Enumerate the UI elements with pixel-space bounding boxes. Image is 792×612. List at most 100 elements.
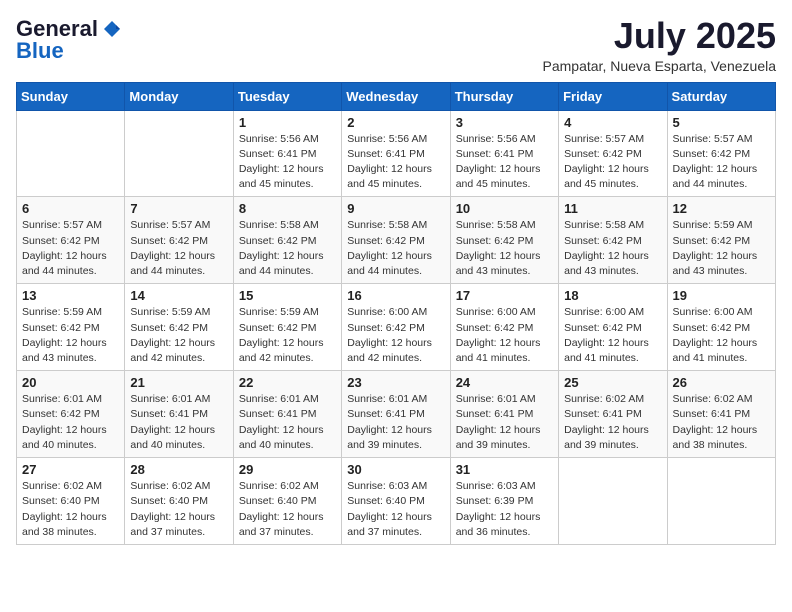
calendar-cell: 29 Sunrise: 6:02 AM Sunset: 6:40 PM Dayli… bbox=[233, 458, 341, 545]
calendar-cell: 13Sunrise: 5:59 AM Sunset: 6:42 PM Dayli… bbox=[17, 284, 125, 371]
day-number: 5 bbox=[673, 115, 770, 130]
day-detail: Sunrise: 5:59 AM Sunset: 6:42 PM Dayligh… bbox=[673, 218, 770, 279]
day-number: 20 bbox=[22, 375, 119, 390]
calendar-cell: 18 Sunrise: 6:00 AM Sunset: 6:42 PM Dayli… bbox=[559, 284, 667, 371]
day-number: 31 bbox=[456, 462, 553, 477]
day-detail: Sunrise: 5:57 AM Sunset: 6:42 PM Dayligh… bbox=[673, 132, 770, 193]
day-detail: Sunrise: 5:59 AM Sunset: 6:42 PM Dayligh… bbox=[130, 305, 227, 366]
calendar-cell: 3 Sunrise: 5:56 AM Sunset: 6:41 PM Daylig… bbox=[450, 110, 558, 197]
calendar-cell bbox=[667, 458, 775, 545]
day-header-tuesday: Tuesday bbox=[233, 82, 341, 110]
calendar-cell: 17 Sunrise: 6:00 AM Sunset: 6:42 PM Dayli… bbox=[450, 284, 558, 371]
calendar-cell: 27 Sunrise: 6:02 AM Sunset: 6:40 PM Dayli… bbox=[17, 458, 125, 545]
day-detail: Sunrise: 6:03 AM Sunset: 6:40 PM Dayligh… bbox=[347, 479, 444, 540]
day-number: 30 bbox=[347, 462, 444, 477]
day-detail: Sunrise: 6:00 AM Sunset: 6:42 PM Dayligh… bbox=[673, 305, 770, 366]
day-number: 18 bbox=[564, 288, 661, 303]
calendar-cell: 16 Sunrise: 6:00 AM Sunset: 6:42 PM Dayli… bbox=[342, 284, 450, 371]
day-number: 17 bbox=[456, 288, 553, 303]
day-header-monday: Monday bbox=[125, 82, 233, 110]
calendar-week-3: 13 Sunrise: 5:59 AM Sunset: 6:42 PM Dayli… bbox=[17, 284, 776, 371]
day-detail: Sunrise: 6:02 AM Sunset: 6:40 PM Dayligh… bbox=[22, 479, 119, 540]
calendar-cell: 25 Sunrise: 6:02 AM Sunset: 6:41 PM Dayli… bbox=[559, 371, 667, 458]
calendar-cell: 5 Sunrise: 5:57 AM Sunset: 6:42 PM Daylig… bbox=[667, 110, 775, 197]
day-detail: Sunrise: 5:58 AM Sunset: 6:42 PM Dayligh… bbox=[239, 218, 336, 279]
day-detail: Sunrise: 6:02 AM Sunset: 6:40 PM Dayligh… bbox=[239, 479, 336, 540]
day-number: 25 bbox=[564, 375, 661, 390]
day-header-friday: Friday bbox=[559, 82, 667, 110]
day-detail: Sunrise: 6:00 AM Sunset: 6:42 PM Dayligh… bbox=[564, 305, 661, 366]
calendar-cell: 30 Sunrise: 6:03 AM Sunset: 6:40 PM Dayli… bbox=[342, 458, 450, 545]
day-number: 12 bbox=[673, 201, 770, 216]
day-number: 1 bbox=[239, 115, 336, 130]
calendar-cell: 20Sunrise: 6:01 AM Sunset: 6:42 PM Dayli… bbox=[17, 371, 125, 458]
day-detail: Sunrise: 6:00 AM Sunset: 6:42 PM Dayligh… bbox=[456, 305, 553, 366]
day-detail: Sunrise: 6:01 AM Sunset: 6:41 PM Dayligh… bbox=[347, 392, 444, 453]
day-number: 16 bbox=[347, 288, 444, 303]
day-number: 11 bbox=[564, 201, 661, 216]
calendar-cell bbox=[559, 458, 667, 545]
day-number: 26 bbox=[673, 375, 770, 390]
calendar-cell: 7Sunrise: 5:57 AM Sunset: 6:42 PM Daylig… bbox=[125, 197, 233, 284]
calendar-cell: 19Sunrise: 6:00 AM Sunset: 6:42 PM Dayli… bbox=[667, 284, 775, 371]
calendar-cell bbox=[125, 110, 233, 197]
calendar-cell: 31 Sunrise: 6:03 AM Sunset: 6:39 PM Dayli… bbox=[450, 458, 558, 545]
calendar-cell: 14Sunrise: 5:59 AM Sunset: 6:42 PM Dayli… bbox=[125, 284, 233, 371]
day-number: 6 bbox=[22, 201, 119, 216]
page-header: General Blue July 2025 Pampatar, Nueva E… bbox=[16, 16, 776, 74]
day-number: 9 bbox=[347, 201, 444, 216]
day-number: 2 bbox=[347, 115, 444, 130]
day-header-wednesday: Wednesday bbox=[342, 82, 450, 110]
day-detail: Sunrise: 5:56 AM Sunset: 6:41 PM Dayligh… bbox=[347, 132, 444, 193]
calendar-week-1: 1 Sunrise: 5:56 AM Sunset: 6:41 PM Daylig… bbox=[17, 110, 776, 197]
day-number: 4 bbox=[564, 115, 661, 130]
day-number: 7 bbox=[130, 201, 227, 216]
calendar-week-2: 6Sunrise: 5:57 AM Sunset: 6:42 PM Daylig… bbox=[17, 197, 776, 284]
day-number: 28 bbox=[130, 462, 227, 477]
title-block: July 2025 Pampatar, Nueva Esparta, Venez… bbox=[543, 16, 776, 74]
day-detail: Sunrise: 6:01 AM Sunset: 6:41 PM Dayligh… bbox=[456, 392, 553, 453]
calendar-cell: 28 Sunrise: 6:02 AM Sunset: 6:40 PM Dayli… bbox=[125, 458, 233, 545]
day-detail: Sunrise: 5:56 AM Sunset: 6:41 PM Dayligh… bbox=[456, 132, 553, 193]
logo-blue: Blue bbox=[16, 38, 64, 64]
day-number: 13 bbox=[22, 288, 119, 303]
day-detail: Sunrise: 6:01 AM Sunset: 6:41 PM Dayligh… bbox=[130, 392, 227, 453]
day-detail: Sunrise: 5:58 AM Sunset: 6:42 PM Dayligh… bbox=[456, 218, 553, 279]
calendar-header-row: SundayMondayTuesdayWednesdayThursdayFrid… bbox=[17, 82, 776, 110]
day-header-saturday: Saturday bbox=[667, 82, 775, 110]
day-detail: Sunrise: 6:01 AM Sunset: 6:41 PM Dayligh… bbox=[239, 392, 336, 453]
day-number: 21 bbox=[130, 375, 227, 390]
day-detail: Sunrise: 6:00 AM Sunset: 6:42 PM Dayligh… bbox=[347, 305, 444, 366]
day-detail: Sunrise: 6:03 AM Sunset: 6:39 PM Dayligh… bbox=[456, 479, 553, 540]
day-detail: Sunrise: 6:02 AM Sunset: 6:41 PM Dayligh… bbox=[673, 392, 770, 453]
day-detail: Sunrise: 5:58 AM Sunset: 6:42 PM Dayligh… bbox=[347, 218, 444, 279]
calendar-week-5: 27 Sunrise: 6:02 AM Sunset: 6:40 PM Dayli… bbox=[17, 458, 776, 545]
day-number: 22 bbox=[239, 375, 336, 390]
calendar-cell bbox=[17, 110, 125, 197]
day-header-sunday: Sunday bbox=[17, 82, 125, 110]
calendar-cell: 6Sunrise: 5:57 AM Sunset: 6:42 PM Daylig… bbox=[17, 197, 125, 284]
location: Pampatar, Nueva Esparta, Venezuela bbox=[543, 58, 776, 74]
day-detail: Sunrise: 6:02 AM Sunset: 6:41 PM Dayligh… bbox=[564, 392, 661, 453]
day-number: 23 bbox=[347, 375, 444, 390]
calendar-cell: 8Sunrise: 5:58 AM Sunset: 6:42 PM Daylig… bbox=[233, 197, 341, 284]
day-detail: Sunrise: 6:02 AM Sunset: 6:40 PM Dayligh… bbox=[130, 479, 227, 540]
day-detail: Sunrise: 5:56 AM Sunset: 6:41 PM Dayligh… bbox=[239, 132, 336, 193]
calendar-week-4: 20Sunrise: 6:01 AM Sunset: 6:42 PM Dayli… bbox=[17, 371, 776, 458]
calendar-cell: 10Sunrise: 5:58 AM Sunset: 6:42 PM Dayli… bbox=[450, 197, 558, 284]
day-number: 3 bbox=[456, 115, 553, 130]
calendar-cell: 21 Sunrise: 6:01 AM Sunset: 6:41 PM Dayli… bbox=[125, 371, 233, 458]
day-header-thursday: Thursday bbox=[450, 82, 558, 110]
calendar-cell: 24Sunrise: 6:01 AM Sunset: 6:41 PM Dayli… bbox=[450, 371, 558, 458]
logo: General Blue bbox=[16, 16, 122, 64]
day-number: 29 bbox=[239, 462, 336, 477]
calendar-cell: 1 Sunrise: 5:56 AM Sunset: 6:41 PM Daylig… bbox=[233, 110, 341, 197]
calendar-cell: 2 Sunrise: 5:56 AM Sunset: 6:41 PM Daylig… bbox=[342, 110, 450, 197]
calendar-cell: 15Sunrise: 5:59 AM Sunset: 6:42 PM Dayli… bbox=[233, 284, 341, 371]
calendar-body: 1 Sunrise: 5:56 AM Sunset: 6:41 PM Daylig… bbox=[17, 110, 776, 544]
calendar-cell: 9 Sunrise: 5:58 AM Sunset: 6:42 PM Daylig… bbox=[342, 197, 450, 284]
day-number: 27 bbox=[22, 462, 119, 477]
calendar: SundayMondayTuesdayWednesdayThursdayFrid… bbox=[16, 82, 776, 545]
calendar-cell: 26 Sunrise: 6:02 AM Sunset: 6:41 PM Dayli… bbox=[667, 371, 775, 458]
calendar-cell: 12 Sunrise: 5:59 AM Sunset: 6:42 PM Dayli… bbox=[667, 197, 775, 284]
